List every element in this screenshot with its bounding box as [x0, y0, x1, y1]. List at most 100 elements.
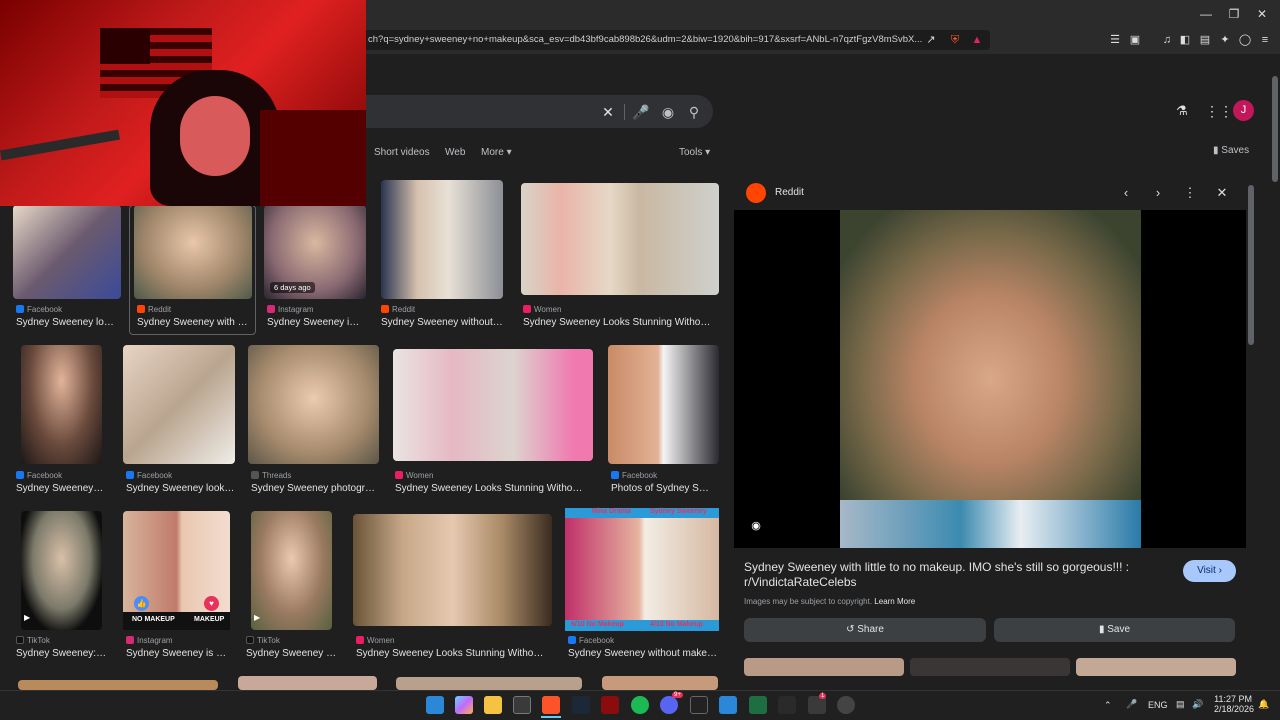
minimize-icon[interactable]: —	[1198, 6, 1214, 22]
clear-icon[interactable]: ✕	[599, 103, 617, 121]
result-image[interactable]	[248, 345, 379, 464]
result-title[interactable]: Sydney Sweeney wi...	[16, 483, 106, 494]
address-bar[interactable]: ch?q=sydney+sweeney+no+makeup&sca_esv=db…	[360, 30, 990, 50]
saves-button[interactable]: ▮ Saves	[1213, 145, 1249, 156]
app-icon[interactable]	[778, 696, 796, 714]
result-image[interactable]	[134, 205, 252, 299]
previous-icon[interactable]: ‹	[1117, 184, 1135, 202]
result-title[interactable]: Sydney Sweeney with litt...	[137, 317, 249, 328]
result-image[interactable]	[608, 345, 719, 464]
search-icon[interactable]: ⚲	[685, 103, 703, 121]
result-title[interactable]: Sydney Sweeney Re...	[246, 648, 342, 659]
tab-web[interactable]: Web	[445, 147, 465, 158]
result-image[interactable]	[396, 677, 582, 690]
result-title[interactable]: Sydney Sweeney looks ...	[126, 483, 236, 494]
result-title[interactable]: Photos of Sydney Swe...	[611, 483, 715, 494]
result-image[interactable]	[393, 349, 593, 461]
result-image[interactable]	[521, 183, 719, 295]
page-scrollbar[interactable]	[1272, 76, 1278, 182]
related-image[interactable]	[744, 658, 904, 676]
result-title[interactable]: Sydney Sweeney Looks Stunning Without ..…	[523, 317, 715, 328]
result-title[interactable]: Sydney Sweeney without m...	[381, 317, 505, 328]
volume-icon[interactable]: 🔊	[1192, 699, 1203, 710]
app-icon[interactable]	[601, 696, 619, 714]
clock[interactable]: 11:27 PM 2/18/2026	[1214, 694, 1254, 714]
vpn-icon[interactable]: ◯	[1238, 33, 1252, 47]
leo-ai-icon[interactable]: ✦	[1218, 33, 1232, 47]
brave-icon[interactable]	[542, 696, 560, 714]
store-icon[interactable]	[513, 696, 531, 714]
face	[180, 96, 250, 176]
app-icon[interactable]	[837, 696, 855, 714]
tab-more-label: More	[481, 147, 504, 158]
share-button[interactable]: ↺ Share	[744, 618, 986, 642]
extensions-icon[interactable]: ☰	[1108, 33, 1122, 47]
tools-button[interactable]: Tools ▾	[679, 147, 710, 158]
chevron-right-icon: ›	[1218, 565, 1222, 576]
brave-shields-icon[interactable]: ⛨	[948, 33, 962, 47]
related-image[interactable]	[1076, 658, 1236, 676]
visit-button[interactable]: Visit ›	[1183, 560, 1236, 582]
result-title[interactable]: Sydney Sweeney look...	[16, 317, 118, 328]
result-image[interactable]	[238, 676, 377, 690]
discord-icon[interactable]	[660, 696, 678, 714]
lens-icon[interactable]: ◉	[749, 519, 763, 533]
share-page-icon[interactable]: ↗	[924, 33, 938, 47]
related-image[interactable]	[910, 658, 1070, 676]
learn-more-link[interactable]: Learn More	[874, 597, 915, 606]
result-image[interactable]	[18, 680, 218, 690]
result-title[interactable]: Sydney Sweeney photograp...	[251, 483, 379, 494]
result-image[interactable]	[21, 511, 102, 630]
screenshot-icon[interactable]: ▣	[1128, 33, 1142, 47]
panel-scrollbar[interactable]	[1248, 185, 1254, 345]
tray-chevron-icon[interactable]: ⌃	[1104, 700, 1112, 711]
result-title[interactable]: Sydney Sweeney is st...	[126, 648, 230, 659]
mic-icon[interactable]: 🎤	[1126, 699, 1137, 710]
result-image[interactable]	[21, 345, 102, 464]
start-icon[interactable]	[426, 696, 444, 714]
apps-icon[interactable]: ⋮⋮	[1205, 103, 1233, 121]
tab-more[interactable]: More ▾	[481, 147, 512, 158]
tab-short-videos[interactable]: Short videos	[374, 147, 430, 158]
result-image[interactable]	[381, 180, 503, 299]
result-title[interactable]: Sydney Sweeney without makeup...	[568, 648, 720, 659]
result-title[interactable]: Sydney Sweeney Looks Stunning Without ..…	[356, 648, 548, 659]
steam-icon[interactable]	[572, 696, 590, 714]
result-image[interactable]	[565, 511, 719, 630]
menu-icon[interactable]: ≡	[1258, 33, 1272, 47]
preview-source[interactable]: Reddit	[775, 187, 804, 198]
preview-image[interactable]	[840, 210, 1141, 548]
result-title[interactable]: Sydney Sweeney Looks Stunning Without ..…	[395, 483, 587, 494]
notifications-icon[interactable]: 🔔	[1258, 699, 1269, 710]
brave-rewards-icon[interactable]: ▲	[970, 33, 984, 47]
restore-icon[interactable]: ❐	[1226, 6, 1242, 22]
lens-icon[interactable]: ◉	[659, 103, 677, 121]
close-icon[interactable]: ✕	[1254, 6, 1270, 22]
more-options-icon[interactable]: ⋮	[1181, 184, 1199, 202]
mic-icon[interactable]: 🎤	[632, 103, 650, 121]
labs-icon[interactable]: ⚗	[1173, 103, 1191, 121]
spotify-icon[interactable]	[631, 696, 649, 714]
excel-icon[interactable]	[749, 696, 767, 714]
wallet-icon[interactable]: ▤	[1198, 33, 1212, 47]
copilot-icon[interactable]	[455, 696, 473, 714]
file-explorer-icon[interactable]	[484, 696, 502, 714]
close-icon[interactable]: ✕	[1213, 184, 1231, 202]
next-icon[interactable]: ›	[1149, 184, 1167, 202]
edge-icon[interactable]	[719, 696, 737, 714]
result-title[interactable]: Sydney Sweeney is f...	[267, 317, 364, 328]
network-icon[interactable]: ▤	[1176, 699, 1185, 710]
preview-title[interactable]: Sydney Sweeney with little to no makeup.…	[744, 560, 1164, 590]
result-image[interactable]	[602, 676, 718, 690]
result-image[interactable]	[13, 205, 121, 299]
result-image[interactable]	[251, 511, 332, 630]
media-icon[interactable]: ♫	[1160, 33, 1174, 47]
result-image[interactable]	[123, 345, 235, 464]
result-image[interactable]	[353, 514, 552, 626]
sidebar-icon[interactable]: ◧	[1178, 33, 1192, 47]
save-button[interactable]: ▮ Save	[994, 618, 1235, 642]
result-title[interactable]: Sydney Sweeney: Si...	[16, 648, 108, 659]
language-indicator[interactable]: ENG	[1148, 700, 1168, 710]
epic-games-icon[interactable]	[690, 696, 708, 714]
avatar[interactable]: J	[1233, 100, 1254, 121]
